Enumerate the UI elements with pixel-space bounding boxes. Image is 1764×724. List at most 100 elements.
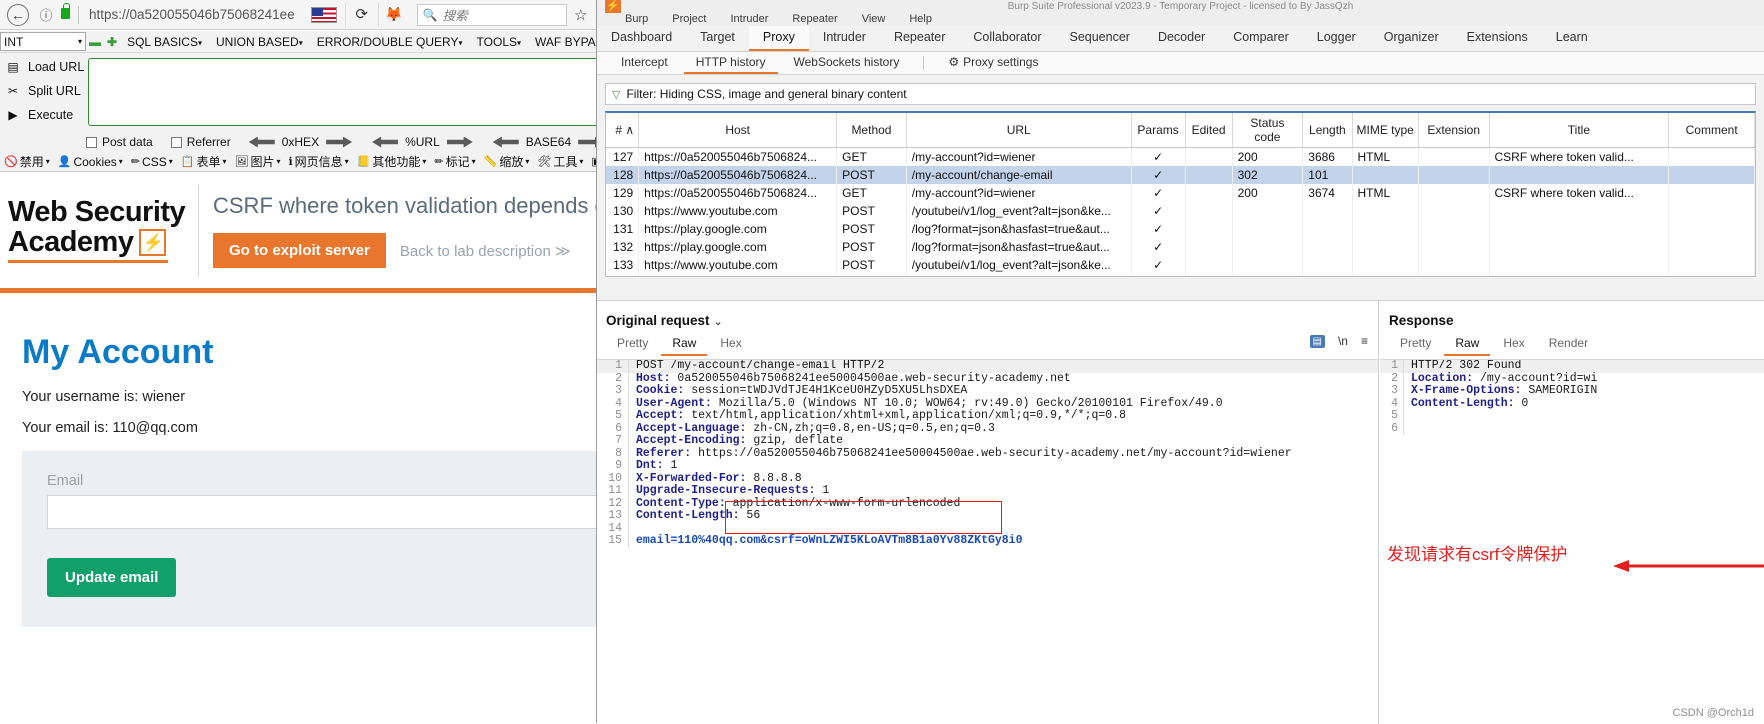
column-header-url[interactable]: URL <box>906 113 1132 148</box>
url-bar[interactable]: https://0a520055046b75068241ee <box>83 7 301 22</box>
proxy-settings-button[interactable]: ⚙ Proxy settings <box>936 53 1050 74</box>
base64-encoder-group[interactable]: BASE64 <box>492 135 605 149</box>
tab-learn[interactable]: Learn <box>1542 26 1602 51</box>
response-tab-raw[interactable]: Raw <box>1444 334 1491 356</box>
tab-comparer[interactable]: Comparer <box>1219 26 1303 51</box>
referrer-checkbox[interactable]: Referrer <box>170 135 231 149</box>
column-header-status[interactable]: Status code <box>1232 113 1304 148</box>
split-url-button[interactable]: ✂ Split URL <box>0 79 88 103</box>
request-raw-body[interactable]: 1 POST /my-account/change-email HTTP/2 2 Ho… <box>597 359 1378 689</box>
update-email-button[interactable]: Update email <box>47 558 177 597</box>
fx-markers[interactable]: ✏ 标记 ▾ <box>430 153 479 170</box>
menu-project[interactable]: Project <box>672 13 706 25</box>
tab-logger[interactable]: Logger <box>1303 26 1370 51</box>
chevron-down-icon[interactable]: ⌄ <box>714 316 723 328</box>
column-header-edited[interactable]: Edited <box>1185 113 1233 148</box>
menu-tools[interactable]: TOOLS▾ <box>470 35 528 49</box>
table-row[interactable]: 131 https://play.google.com POST/log?forma… <box>606 220 1755 238</box>
tab-extensions[interactable]: Extensions <box>1453 26 1542 51</box>
add-icon[interactable]: ✚ <box>104 35 120 49</box>
subtab-intercept[interactable]: Intercept <box>609 53 680 74</box>
inspector-icon[interactable]: ▤ <box>1309 334 1325 348</box>
fx-zoom[interactable]: 📏 缩放 ▾ <box>480 153 534 170</box>
response-tab-hex[interactable]: Hex <box>1492 334 1535 356</box>
tab-decoder[interactable]: Decoder <box>1144 26 1219 51</box>
bookmark-star-icon[interactable]: ☆ <box>567 6 595 24</box>
fx-forms[interactable]: 📋 表单 ▾ <box>177 153 231 170</box>
tab-organizer[interactable]: Organizer <box>1370 26 1453 51</box>
tab-target[interactable]: Target <box>686 26 749 51</box>
back-to-lab-description-link[interactable]: Back to lab description ≫ <box>400 242 571 260</box>
request-tab-pretty[interactable]: Pretty <box>606 334 659 356</box>
back-button[interactable]: ← <box>0 3 36 26</box>
table-row[interactable]: 132 https://play.google.com POST/log?forma… <box>606 238 1755 256</box>
tab-dashboard[interactable]: Dashboard <box>597 26 686 51</box>
menu-repeater[interactable]: Repeater <box>792 13 837 25</box>
column-header-params[interactable]: Params <box>1131 113 1186 148</box>
line-wrap-icon[interactable]: \n <box>1338 334 1348 348</box>
menu-burp[interactable]: Burp <box>625 13 648 25</box>
column-header-mime[interactable]: MIME type <box>1352 113 1419 148</box>
fx-tools[interactable]: 🛠 工具 ▾ <box>533 153 587 170</box>
hackbar-icon[interactable]: 🦊 <box>379 6 409 23</box>
response-tab-pretty[interactable]: Pretty <box>1389 334 1442 356</box>
arrow-right-icon[interactable] <box>446 136 473 148</box>
table-row[interactable]: 133 https://www.youtube.com POST/youtubei/… <box>606 256 1755 274</box>
table-row[interactable]: 127 https://0a520055046b7506824... GET/my-… <box>606 147 1755 166</box>
hackbar-selector[interactable]: INT ▾ <box>0 32 86 51</box>
collapse-icon[interactable]: ▬ <box>86 35 104 49</box>
search-box[interactable]: 🔍 搜索 <box>416 3 567 26</box>
site-info-icon[interactable]: ⓘ <box>36 5 56 24</box>
arrow-right-icon[interactable] <box>326 136 353 148</box>
column-header-host[interactable]: Host <box>638 113 838 148</box>
go-to-exploit-server-button[interactable]: Go to exploit server <box>213 233 386 268</box>
response-raw-body[interactable]: 1 HTTP/2 302 Found 2 Location: /my-account?… <box>1380 359 1764 689</box>
request-tab-raw[interactable]: Raw <box>661 334 708 356</box>
subtab-http-history[interactable]: HTTP history <box>683 53 778 74</box>
menu-view[interactable]: View <box>862 13 886 25</box>
fx-page-info[interactable]: ℹ 网页信息 ▾ <box>284 153 352 170</box>
arrow-left-icon[interactable] <box>248 136 275 148</box>
column-header-num[interactable]: # ∧ <box>606 113 640 148</box>
fx-css[interactable]: ✏ CSS ▾ <box>127 155 177 169</box>
reload-button[interactable]: ⟳ <box>344 2 379 27</box>
response-tab-render[interactable]: Render <box>1538 334 1599 356</box>
table-row[interactable]: 128 https://0a520055046b7506824... POST/my… <box>606 166 1755 184</box>
menu-union-based[interactable]: UNION BASED▾ <box>209 35 310 49</box>
hex-encoder-group[interactable]: 0xHEX <box>248 135 353 149</box>
request-panel-heading[interactable]: Original request ⌄ <box>597 301 1378 330</box>
request-tab-hex[interactable]: Hex <box>709 334 752 356</box>
column-header-length[interactable]: Length <box>1302 113 1353 148</box>
arrow-left-icon[interactable] <box>372 136 399 148</box>
column-header-method[interactable]: Method <box>836 113 907 148</box>
fx-disable[interactable]: 🚫 禁用 ▾ <box>0 153 54 170</box>
http-history-table[interactable]: # ∧ Host Method URL Params Edited Status… <box>605 111 1756 277</box>
table-row[interactable]: 129 https://0a520055046b7506824... GET/my-… <box>606 184 1755 202</box>
filter-bar[interactable]: ▽ Filter: Hiding CSS, image and general … <box>605 83 1756 105</box>
arrow-left-icon[interactable] <box>492 136 519 148</box>
tab-sequencer[interactable]: Sequencer <box>1055 26 1143 51</box>
table-row[interactable]: 134https://play.google.comOPTIONS/log?fo… <box>606 274 1755 276</box>
menu-intruder[interactable]: Intruder <box>731 13 769 25</box>
fx-misc[interactable]: 📒 其他功能 ▾ <box>353 153 431 170</box>
fx-images[interactable]: 🖼 图片 ▾ <box>230 153 284 170</box>
post-data-checkbox[interactable]: Post data <box>86 135 153 149</box>
url-encoder-group[interactable]: %URL <box>372 135 473 149</box>
subtab-websockets-history[interactable]: WebSockets history <box>782 53 912 74</box>
menu-error-double-query[interactable]: ERROR/DOUBLE QUERY▾ <box>310 35 470 49</box>
menu-sql-basics[interactable]: SQL BASICS▾ <box>120 35 209 49</box>
column-header-comment[interactable]: Comment <box>1668 113 1755 148</box>
tab-collaborator[interactable]: Collaborator <box>959 26 1055 51</box>
column-header-extension[interactable]: Extension <box>1418 113 1490 148</box>
execute-button[interactable]: ▶ Execute <box>0 103 88 127</box>
column-header-title[interactable]: Title <box>1489 113 1670 148</box>
fx-cookies[interactable]: 👤 Cookies ▾ <box>54 155 127 169</box>
table-row[interactable]: 130 https://www.youtube.com POST/youtubei/… <box>606 202 1755 220</box>
language-flag-icon[interactable] <box>310 6 337 23</box>
tab-proxy[interactable]: Proxy <box>748 26 809 51</box>
tab-repeater[interactable]: Repeater <box>880 26 959 51</box>
tab-intruder[interactable]: Intruder <box>809 26 880 51</box>
load-url-button[interactable]: ▤ Load URL <box>0 55 88 79</box>
menu-help[interactable]: Help <box>909 13 932 25</box>
menu-icon[interactable]: ≡ <box>1361 334 1368 348</box>
